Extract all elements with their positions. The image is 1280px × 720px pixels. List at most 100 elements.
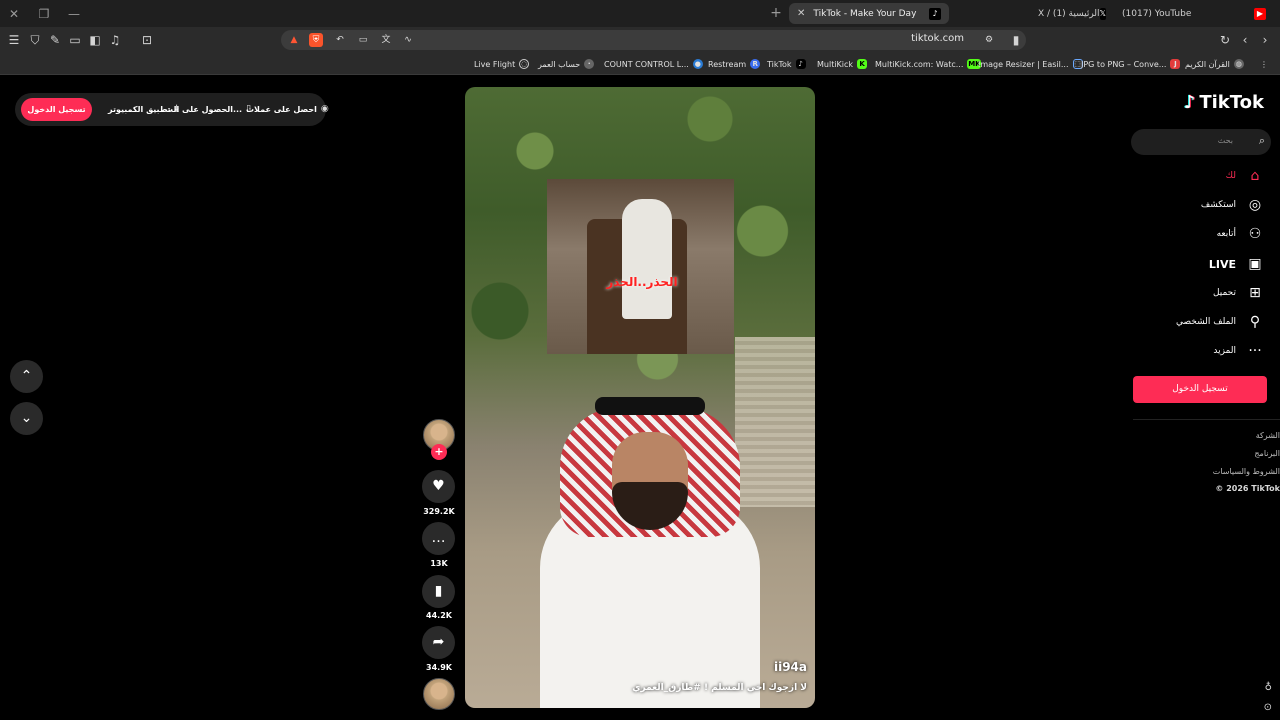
- tabs-icon[interactable]: ▭: [67, 32, 83, 48]
- sidebar-item-explore[interactable]: استكشف ◎: [1201, 196, 1264, 214]
- extension-wave-icon[interactable]: ∿: [401, 33, 415, 47]
- bookmark-multikick-watch[interactable]: MultiKick.com: Watc... MK: [875, 57, 982, 71]
- bookmark-restream[interactable]: Restream R: [708, 57, 761, 71]
- back-icon[interactable]: ‹: [1237, 32, 1253, 48]
- brave-shield-icon[interactable]: ⛨: [309, 33, 323, 47]
- extension-laptop-icon[interactable]: ▭: [356, 33, 370, 47]
- comment-button[interactable]: …: [422, 522, 455, 555]
- new-tab-icon[interactable]: +: [768, 5, 784, 21]
- compass-icon: ◎: [1248, 197, 1262, 213]
- x-favicon-icon: 𝕏: [1099, 7, 1106, 20]
- sidebar-item-following[interactable]: أتابعه ⚇: [1217, 225, 1264, 243]
- bookmark-quran[interactable]: القرآن الكريم ◍: [1185, 57, 1244, 71]
- comment-icon: …: [431, 530, 446, 546]
- follow-plus-icon[interactable]: +: [431, 444, 447, 460]
- bookmark-live-flight[interactable]: Live Flight ◌: [474, 57, 530, 71]
- bookmark-multikick[interactable]: MultiKick K: [817, 57, 868, 71]
- bookmark-icon[interactable]: ▮: [1008, 32, 1024, 48]
- get-app-link[interactable]: الحصول على الت... ▯: [165, 102, 251, 116]
- settings-circle-icon[interactable]: ⊙: [1264, 702, 1272, 713]
- search-input[interactable]: بحث ⌕: [1131, 129, 1271, 155]
- search-icon[interactable]: ⌕: [1259, 134, 1265, 148]
- bookmark-label: Restream: [708, 59, 747, 69]
- tab-x[interactable]: X / الرئيسية (1) 𝕏: [1030, 3, 1110, 24]
- forward-icon[interactable]: ›: [1257, 32, 1273, 48]
- music-icon[interactable]: ♫: [107, 32, 123, 48]
- bookmark-label: Live Flight: [474, 59, 516, 69]
- sidebar-item-profile[interactable]: الملف الشخصي ⚲: [1176, 313, 1264, 331]
- shield-icon[interactable]: ⛉: [27, 32, 43, 48]
- site-settings-icon[interactable]: ⚙: [982, 33, 996, 47]
- sidebar-item-live[interactable]: LIVE ▣: [1209, 255, 1264, 273]
- sidebar-item-upload[interactable]: تحميل ⊞: [1213, 284, 1264, 302]
- bookmark-save-icon: ▮: [434, 583, 443, 599]
- menu-icon[interactable]: ☰: [6, 32, 22, 48]
- tab-close-icon[interactable]: ✕: [797, 8, 805, 19]
- bookmark-count-control[interactable]: COUNT CONTROL L... ●: [604, 57, 703, 71]
- screenshot-icon[interactable]: ⊡: [139, 32, 155, 48]
- bookmark-tiktok[interactable]: TikTok ♪: [767, 57, 806, 71]
- sidebar-item-more[interactable]: المزيد ···: [1213, 342, 1264, 360]
- extension-translate-icon[interactable]: 文: [379, 33, 393, 47]
- like-button[interactable]: ♥: [422, 470, 455, 503]
- sidebar-item-label: تحميل: [1212, 288, 1236, 298]
- count-icon: ●: [692, 59, 703, 69]
- next-video-button[interactable]: ⌄: [10, 402, 43, 435]
- bookmark-label: COUNT CONTROL L...: [604, 59, 689, 69]
- get-app-label: الحصول على الت...: [165, 104, 243, 114]
- window-minimize-icon[interactable]: —: [66, 6, 82, 22]
- bookmark-label: القرآن الكريم: [1185, 59, 1230, 69]
- sidebar-icon[interactable]: ◧: [87, 32, 103, 48]
- sidebar-item-for-you[interactable]: لك ⌂: [1226, 167, 1264, 185]
- sidebar-login-button[interactable]: تسجيل الدخول: [1133, 376, 1267, 403]
- extension-undo-icon[interactable]: ↶: [333, 33, 347, 47]
- bookmark-age-calc[interactable]: حساب العمر ·: [538, 57, 595, 71]
- tiktok-icon: ♪: [795, 59, 806, 69]
- tiktok-logo[interactable]: ♪ TikTok: [1184, 92, 1264, 113]
- tab-tiktok[interactable]: ✕ TikTok - Make Your Day ♪: [789, 3, 949, 24]
- bookmarks-more-icon[interactable]: ⋮: [1260, 57, 1268, 71]
- microphone-icon[interactable]: ♁: [1265, 682, 1272, 693]
- inset-caption: الحذر..الحذر: [606, 275, 678, 289]
- bookmark-jpg-to-png[interactable]: JPG to PNG – Conve... J: [1081, 57, 1181, 71]
- address-bar[interactable]: ▲ ⛨ ↶ ▭ 文 ∿ tiktok.com ⚙: [281, 30, 1026, 50]
- previous-video-button[interactable]: ⌃: [10, 360, 43, 393]
- top-login-button[interactable]: تسجيل الدخول: [21, 98, 92, 121]
- sidebar-item-label: استكشف: [1200, 200, 1236, 210]
- heart-icon: ♥: [432, 478, 445, 494]
- tab-youtube[interactable]: (1017) YouTube ▶: [1114, 3, 1274, 24]
- sidebar-item-label: LIVE: [1208, 257, 1236, 271]
- tab-label: (1017) YouTube: [1122, 8, 1192, 19]
- sidebar-item-label: لك: [1225, 171, 1236, 181]
- bookmark-image-resizer[interactable]: Image Resizer | Easil... ⬚: [978, 57, 1083, 71]
- profile-icon: ⚲: [1249, 314, 1261, 330]
- reload-icon[interactable]: ↻: [1217, 32, 1233, 48]
- window-close-icon[interactable]: ✕: [6, 6, 22, 22]
- video-player[interactable]: الحذر..الحذر ii94a لا ازجوك اخي المسلم !…: [465, 87, 815, 708]
- restream-icon: R: [750, 59, 761, 69]
- search-placeholder: بحث: [1217, 136, 1233, 145]
- share-icon: ➦: [432, 634, 445, 650]
- desktop-app-label: تطبيق الكمبيوتر: [108, 104, 171, 114]
- footer-terms-link[interactable]: الشروط والسياسات: [1213, 467, 1280, 476]
- extension-triangle-icon[interactable]: ▲: [287, 33, 301, 47]
- pen-icon[interactable]: ✎: [47, 32, 63, 48]
- sound-avatar[interactable]: [423, 678, 455, 710]
- window-restore-icon[interactable]: ❐: [36, 6, 52, 22]
- footer-company-link[interactable]: الشركة: [1256, 431, 1280, 440]
- bookmark-label: JPG to PNG – Conve...: [1081, 59, 1167, 69]
- tiktok-page: تسجيل الدخول تطبيق الكمبيوتر ⤓ الحصول عل…: [0, 76, 1280, 720]
- bookmark-label: حساب العمر: [538, 59, 581, 69]
- footer-program-link[interactable]: البرنامج: [1254, 449, 1280, 458]
- tiktok-favicon-icon: ♪: [929, 7, 941, 20]
- get-coins-link[interactable]: احصل على عملات ◉: [246, 102, 329, 116]
- save-count: 44.2K: [426, 611, 452, 620]
- save-button[interactable]: ▮: [422, 575, 455, 608]
- video-author-handle[interactable]: ii94a: [774, 660, 807, 674]
- multikick-icon: K: [857, 59, 868, 69]
- bookmark-label: MultiKick: [817, 59, 854, 69]
- inset-speaker: [622, 199, 672, 319]
- share-button[interactable]: ➦: [422, 626, 455, 659]
- top-actions-pill: تسجيل الدخول تطبيق الكمبيوتر ⤓ الحصول عل…: [15, 93, 329, 126]
- video-description[interactable]: لا ازجوك اخي المسلم ! #طارق_العمري: [632, 683, 807, 693]
